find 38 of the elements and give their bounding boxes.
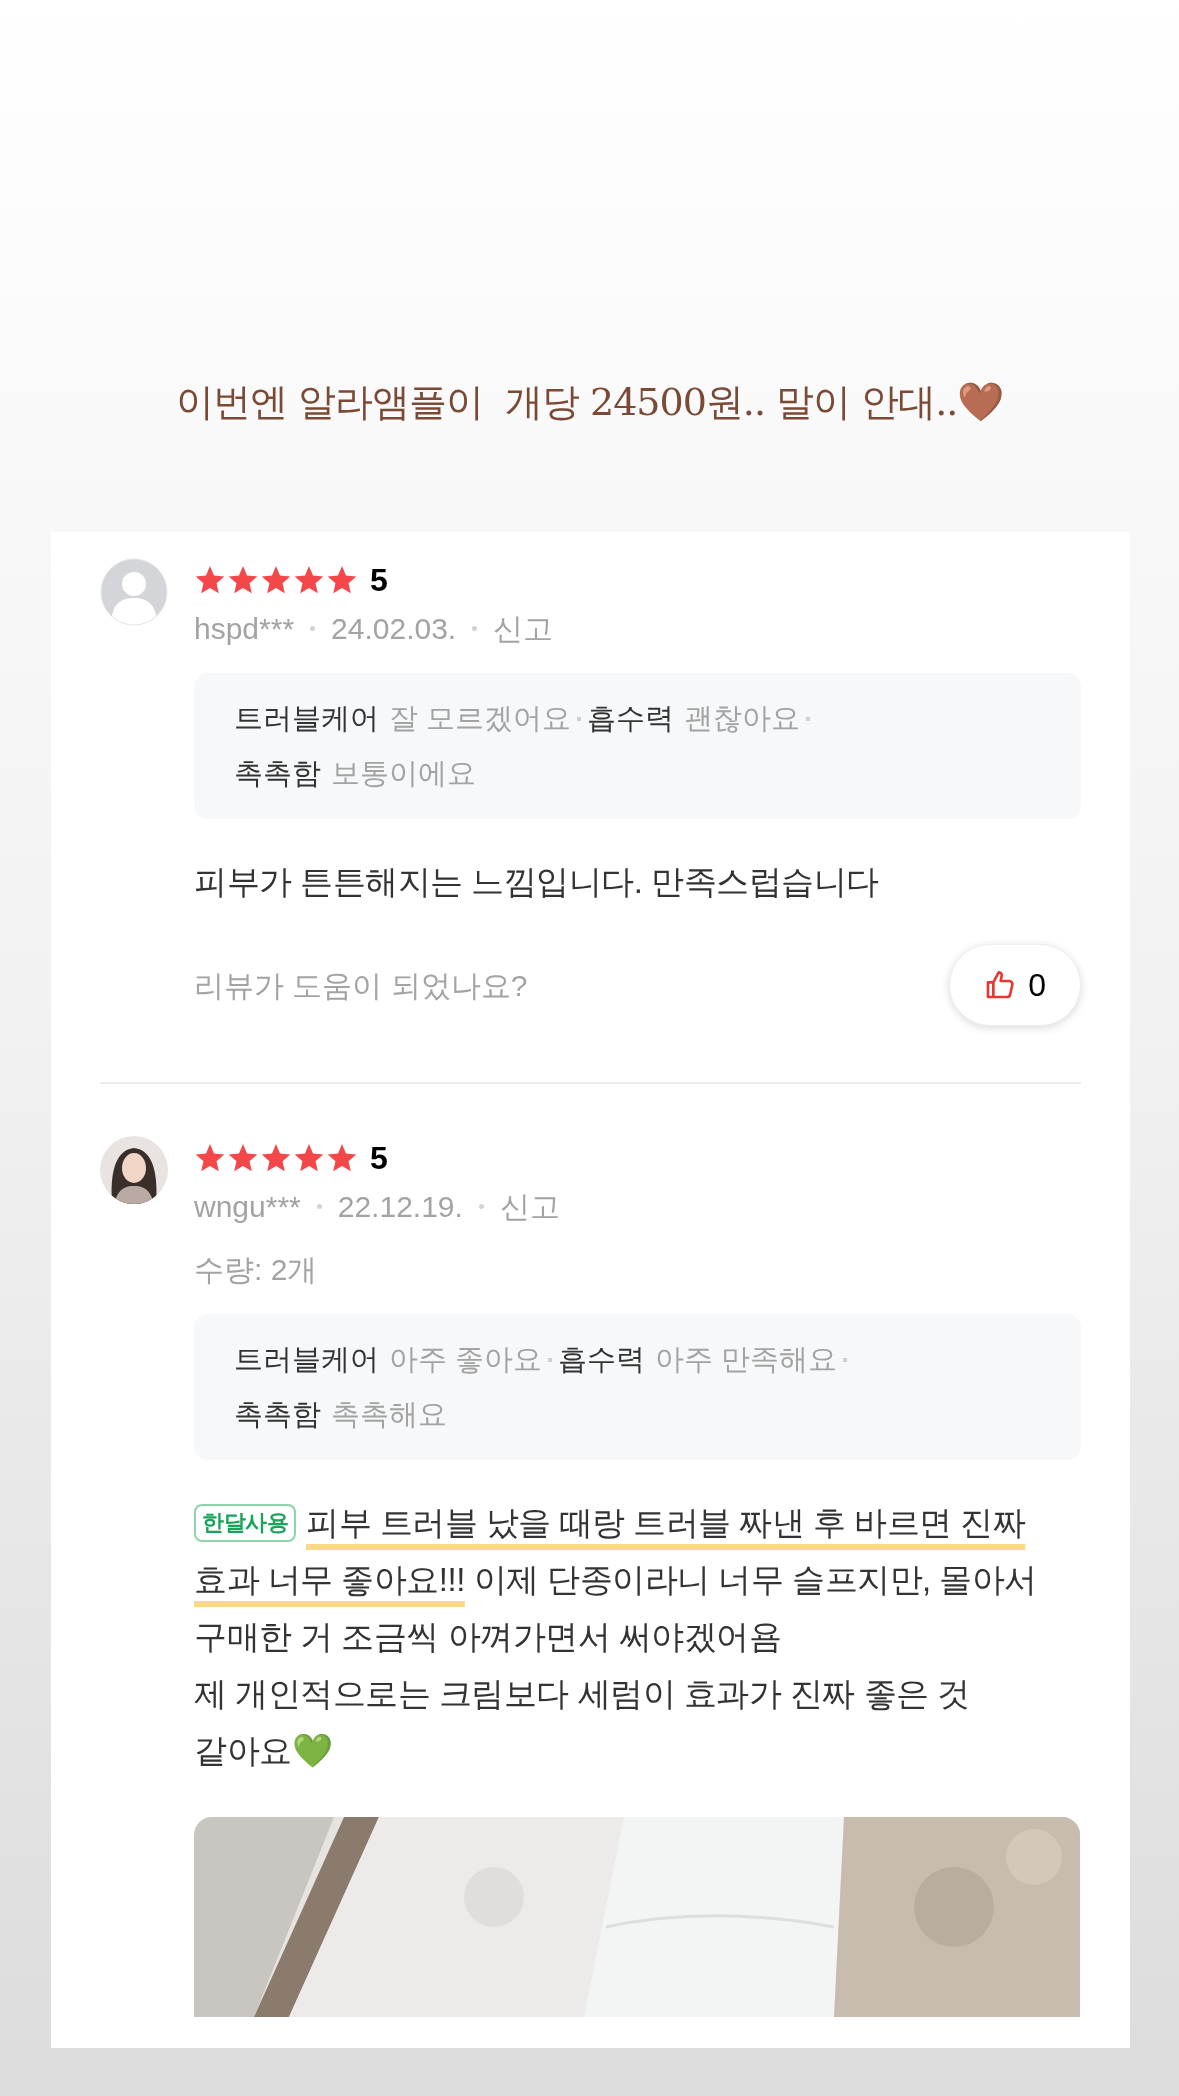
star-icon	[293, 564, 325, 596]
report-link[interactable]: 신고	[499, 1184, 560, 1229]
attribute-value: 괜찮아요	[684, 701, 801, 736]
caption-text: 이번엔 알라앰플이 개당 24500원.. 말이 안대..🤎	[175, 378, 1004, 426]
thumbs-up-icon	[984, 969, 1017, 1001]
attribute-name: 촉촉함	[234, 756, 321, 791]
review-date: 24.02.03.	[331, 611, 457, 647]
rating-value: 5	[370, 561, 388, 600]
attribute-name: 흡수력	[587, 701, 675, 736]
star-icon	[293, 1142, 325, 1174]
star-icon	[227, 1142, 259, 1174]
username: hspd***	[194, 611, 295, 647]
avatar-icon	[100, 558, 168, 626]
attribute-value: 촉촉해요	[331, 1397, 447, 1432]
attribute-value: 보통이에요	[331, 756, 476, 791]
star-icon	[227, 564, 259, 596]
report-link[interactable]: 신고	[493, 606, 554, 651]
attribute-name: 트러블케어	[234, 1342, 379, 1377]
rating-value: 5	[370, 1139, 388, 1178]
star-icon	[194, 564, 226, 596]
star-icon	[260, 1142, 292, 1174]
review-date: 22.12.19.	[337, 1189, 463, 1225]
attribute-name: 촉촉함	[234, 1397, 321, 1432]
star-icon	[260, 564, 292, 596]
attribute-value: 아주 만족해요	[655, 1342, 838, 1377]
attribute-name: 트러블케어	[234, 701, 379, 736]
attribute-name: 흡수력	[558, 1342, 646, 1377]
helpful-question: 리뷰가 도움이 되었나요?	[194, 967, 528, 1004]
star-icon	[326, 564, 358, 596]
star-icon	[194, 1142, 226, 1174]
like-button[interactable]: 0	[949, 944, 1081, 1026]
quantity-text: 수량: 2개	[194, 1252, 319, 1288]
attribute-value: 잘 모르겠어요	[389, 701, 572, 736]
review-text: 피부가 튼튼해지는 느낌입니다. 만족스럽습니다	[194, 862, 880, 902]
username: wngu***	[194, 1189, 301, 1225]
attribute-value: 아주 좋아요	[389, 1342, 543, 1377]
review-text: 한달사용 피부 트러블 났을 때랑 트러블 짜낸 후 바르면 진짜 효과 너무 좋아요!!! 이제 단종이라니 너무 슬프지만, 몰아서 구매한 거 조금씩 아껴가면서 써야겠어욤 제 개인적으로는 크림보다 세럼이 효과가 진짜 좋은 것 같아요💚	[194, 1503, 1038, 1771]
star-icon	[326, 1142, 358, 1174]
